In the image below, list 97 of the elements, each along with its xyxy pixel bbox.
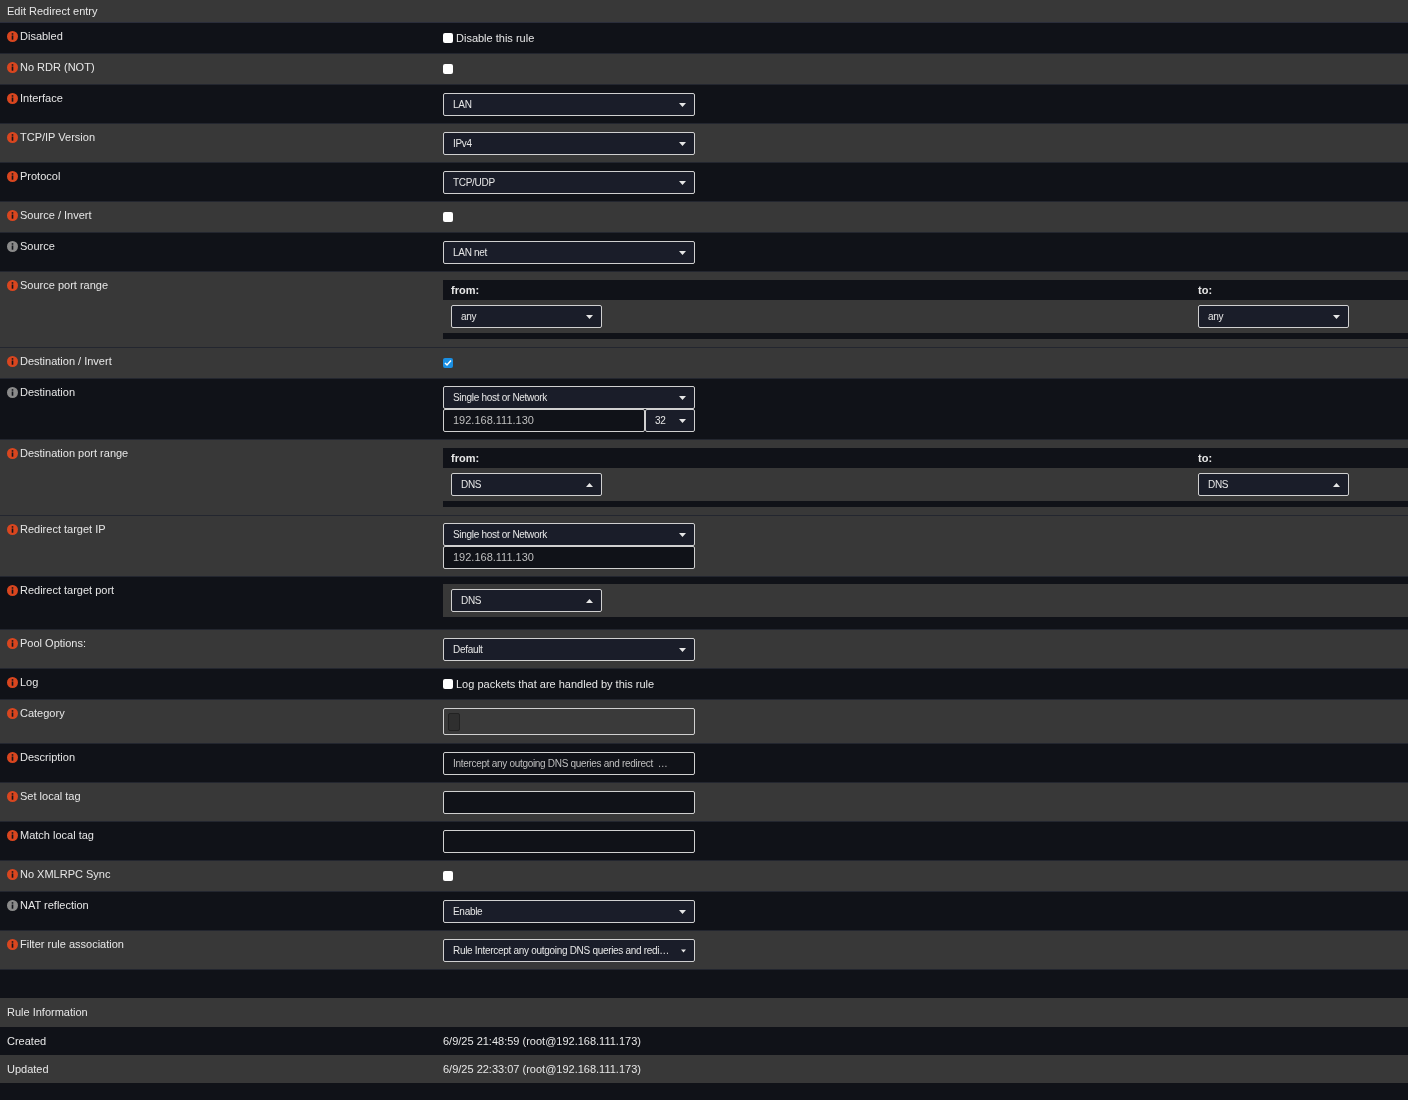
field-label: Protocol (20, 171, 61, 182)
address-field[interactable]: 192.168.111.130 (443, 546, 695, 569)
dropdown[interactable]: TCP/UDP (443, 171, 695, 194)
caret-icon (679, 250, 686, 255)
dropdown[interactable]: LAN (443, 93, 695, 116)
text-field[interactable] (443, 791, 695, 814)
info-icon[interactable] (7, 280, 18, 291)
dropdown[interactable]: any (1198, 305, 1349, 328)
caret-icon (679, 102, 686, 107)
caret-icon (586, 598, 593, 603)
field-label: Destination / Invert (20, 356, 112, 367)
info-icon[interactable] (7, 677, 18, 688)
dropdown[interactable]: 32 (645, 409, 695, 432)
info-icon[interactable] (7, 752, 18, 763)
info-icon[interactable] (7, 210, 18, 221)
dropdown[interactable]: Enable (443, 900, 695, 923)
field-label: Description (20, 752, 76, 763)
to-label: to: (1198, 450, 1214, 466)
checkbox-label: Disable this rule (456, 33, 535, 43)
info-icon[interactable] (7, 132, 18, 143)
dropdown[interactable]: DNS (1198, 473, 1349, 496)
checkbox[interactable] (443, 358, 453, 368)
dropdown[interactable]: DNS (451, 589, 602, 612)
field-label: Updated (6, 1061, 50, 1077)
caret-icon (586, 314, 593, 319)
field-label: TCP/IP Version (20, 132, 95, 143)
dropdown[interactable]: DNS (451, 473, 602, 496)
info-icon[interactable] (7, 93, 18, 104)
tag-input-field[interactable] (443, 708, 695, 735)
field-label: Match local tag (20, 830, 94, 841)
field-value: 6/9/25 21:48:59 (root@192.168.111.173) (443, 1033, 641, 1049)
info-icon[interactable] (7, 448, 18, 459)
checkbox[interactable] (443, 64, 453, 74)
field-label: Destination port range (20, 448, 129, 459)
info-icon[interactable] (7, 830, 18, 841)
caret-icon (679, 395, 686, 400)
caret-icon (679, 141, 686, 146)
field-label: Disabled (20, 31, 63, 42)
caret-icon (679, 647, 686, 652)
text-field[interactable]: Intercept any outgoing DNS queries and redirect … (443, 752, 695, 775)
field-label: Created (6, 1033, 48, 1049)
address-field[interactable]: 192.168.111.130 (443, 409, 645, 432)
field-label: Interface (20, 93, 63, 104)
caret-icon (1333, 482, 1340, 487)
field-label: No RDR (NOT) (20, 62, 95, 73)
text-field[interactable] (443, 830, 695, 853)
info-icon[interactable] (7, 708, 18, 719)
field-value: 6/9/25 22:33:07 (root@192.168.111.173) (443, 1061, 641, 1077)
field-label: Pool Options: (20, 638, 87, 649)
field-label: Redirect target IP (20, 524, 106, 535)
dropdown[interactable]: LAN net (443, 241, 695, 264)
to-label: to: (1198, 282, 1214, 298)
field-label: NAT reflection (20, 900, 89, 911)
info-icon[interactable] (7, 171, 18, 182)
section-title: Edit Redirect entry (7, 3, 98, 19)
dropdown[interactable]: Rule Intercept any outgoing DNS queries and redi… (443, 939, 695, 962)
checkbox[interactable] (443, 871, 453, 881)
info-icon[interactable] (7, 387, 18, 398)
section-title: Rule Information (7, 1005, 88, 1021)
field-label: Source / Invert (20, 210, 92, 221)
dropdown[interactable]: any (451, 305, 602, 328)
checkbox[interactable] (443, 33, 453, 43)
info-icon[interactable] (7, 939, 18, 950)
field-label: No XMLRPC Sync (20, 869, 111, 880)
info-icon[interactable] (7, 791, 18, 802)
info-icon[interactable] (7, 356, 18, 367)
field-label: Set local tag (20, 791, 81, 802)
dropdown[interactable]: Default (443, 638, 695, 661)
caret-icon (679, 418, 686, 423)
info-icon[interactable] (7, 900, 18, 911)
checkbox-label: Log packets that are handled by this rule (456, 679, 655, 689)
field-label: Destination (20, 387, 76, 398)
from-label: from: (450, 282, 481, 298)
caret-icon (1333, 314, 1340, 319)
info-icon[interactable] (7, 31, 18, 42)
checkbox[interactable] (443, 679, 453, 689)
caret-icon (586, 482, 593, 487)
info-icon[interactable] (7, 585, 18, 596)
caret-icon (679, 909, 686, 914)
caret-icon (679, 532, 686, 537)
info-icon[interactable] (7, 241, 18, 252)
field-label: Category (20, 708, 65, 719)
field-label: Log (20, 677, 39, 688)
field-label: Source (20, 241, 55, 252)
field-label: Filter rule association (20, 939, 124, 950)
info-icon[interactable] (7, 869, 18, 880)
info-icon[interactable] (7, 638, 18, 649)
info-icon[interactable] (7, 62, 18, 73)
info-icon[interactable] (7, 524, 18, 535)
checkbox[interactable] (443, 212, 453, 222)
field-label: Redirect target port (20, 585, 115, 596)
field-label: Source port range (20, 280, 109, 291)
from-label: from: (450, 450, 481, 466)
dropdown[interactable]: IPv4 (443, 132, 695, 155)
dropdown[interactable]: Single host or Network (443, 386, 695, 409)
caret-icon (679, 180, 686, 185)
dropdown[interactable]: Single host or Network (443, 523, 695, 546)
